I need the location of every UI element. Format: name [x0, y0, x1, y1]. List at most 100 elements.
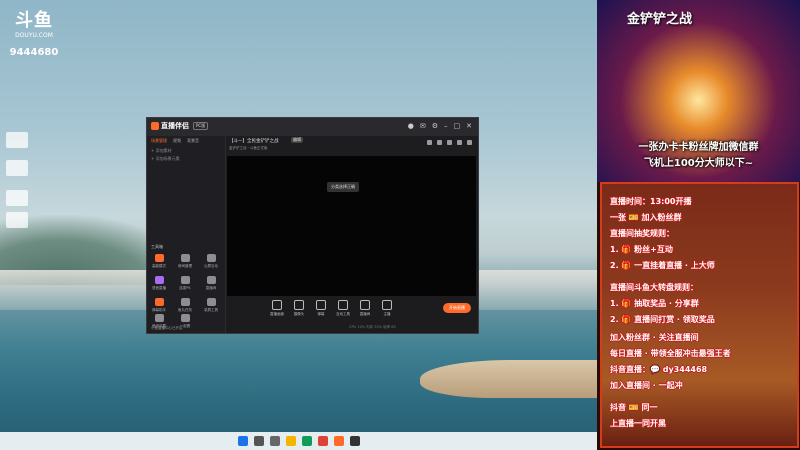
tool-room-manage[interactable]: 房间管理	[175, 254, 195, 269]
logo-site: DOUYU.COM	[15, 32, 53, 39]
maximize-icon[interactable]: □	[454, 122, 461, 130]
wechat-icon[interactable]	[301, 436, 312, 446]
info-line: 1. 🎁 粉丝+互动	[610, 245, 673, 254]
bottom-tool-host[interactable]: 主播	[377, 300, 397, 317]
home-icon	[360, 300, 370, 310]
user-icon	[180, 254, 190, 262]
logo-brand: 斗鱼	[15, 10, 53, 31]
minimize-icon[interactable]: –	[444, 122, 448, 130]
task-icon	[180, 298, 190, 306]
folder-icon[interactable]	[285, 436, 296, 446]
desktop-icon-3[interactable]	[6, 190, 28, 206]
app-logo-icon	[151, 122, 159, 130]
record-icon	[206, 298, 216, 306]
desktop-icon-1[interactable]	[6, 132, 28, 148]
tool-room[interactable]: 直播间	[201, 276, 221, 291]
tool-voice-live[interactable]: 语音直播	[149, 276, 169, 291]
search-icon[interactable]	[253, 436, 264, 446]
tool-high-energy[interactable]: 高能模式	[149, 254, 169, 269]
bottom-toolbar: 直播画面 摄像头 弹幕 互动工具 直播间 主播 开始直播 CPU 12% 内存 …	[227, 296, 476, 333]
monitor-icon	[272, 300, 282, 310]
info-line: 加入直播间 · 一起冲	[610, 381, 683, 390]
tool-record[interactable]: 录屏工具	[201, 298, 221, 313]
mail-icon[interactable]: ✉	[420, 122, 426, 130]
info-line: 一张 🎫 加入粉丝群	[610, 213, 682, 222]
settings-icon[interactable]: ⚙	[432, 122, 438, 130]
edit-title-button[interactable]: 编辑	[291, 137, 303, 143]
barrage-icon	[154, 298, 164, 306]
bottom-tool-camera[interactable]: 摄像头	[289, 300, 309, 317]
tool-task[interactable]: 鱼丸任务	[175, 298, 195, 313]
terminal-icon[interactable]	[349, 436, 360, 446]
desktop-icon-2[interactable]	[6, 160, 28, 176]
gear-icon	[154, 314, 164, 322]
app-taskbar-icon[interactable]	[333, 436, 344, 446]
system-status: CPU 12% 内存 35% 帧率 60	[349, 325, 396, 329]
room-category[interactable]: 金铲铲之战 · 斗鱼正式版	[229, 146, 267, 151]
bottom-tool-room[interactable]: 直播间	[355, 300, 375, 317]
info-line: 1. 🎁 抽取奖品 · 分享群	[610, 299, 699, 308]
promo-banner: 金铲铲之战 一张办卡卡粉丝牌加微信群 飞机上100分大师以下~	[597, 0, 800, 182]
bottom-tool-scene[interactable]: 直播画面	[267, 300, 287, 317]
left-panel: 场景管理 视频 背景音 + 添加素材 + 添加场景元素 工具箱 高能模式 房间管…	[147, 136, 226, 333]
add-source-item[interactable]: + 添加素材	[151, 148, 172, 154]
tool-barrage[interactable]: 弹幕助手	[149, 298, 169, 313]
avatar[interactable]: ●	[408, 122, 414, 130]
share-icon[interactable]	[467, 140, 472, 145]
banner-line-2: 飞机上100分大师以下~	[643, 158, 754, 169]
flame-icon	[154, 254, 164, 262]
home-icon	[206, 276, 216, 284]
info-line: 每日直播 · 带领全服冲击最强王者	[610, 349, 731, 358]
lock-icon[interactable]	[437, 140, 442, 145]
tab-video[interactable]: 视频	[173, 138, 181, 144]
tv-icon	[180, 314, 190, 322]
taskbar	[0, 432, 597, 450]
interact-icon	[338, 300, 348, 310]
chat-icon	[206, 254, 216, 262]
info-panel: 直播时间：13:00开播 一张 🎫 加入粉丝群 直播间抽奖规则： 1. 🎁 粉丝…	[600, 182, 799, 448]
go-live-button[interactable]: 开始直播	[443, 303, 471, 313]
bottom-tool-barrage[interactable]: 弹幕	[311, 300, 331, 317]
app-titlebar: 直播伴侣 PC版 ● ✉ ⚙ – □ ✕	[147, 118, 478, 136]
tab-scene[interactable]: 场景管理	[151, 138, 167, 144]
banner-line-1: 一张办卡卡粉丝牌加微信群	[638, 142, 759, 153]
gift-icon[interactable]	[427, 140, 432, 145]
tool-chat-interact[interactable]: 公屏互动	[201, 254, 221, 269]
save-icon[interactable]	[447, 140, 452, 145]
tab-audio[interactable]: 背景音	[187, 138, 199, 144]
info-line: 直播间抽奖规则：	[610, 229, 674, 238]
info-line: 抖音直播：💬 dy344468	[610, 365, 708, 374]
info-line: 抖音 🎫 同一	[610, 403, 658, 412]
mic-icon	[154, 276, 164, 284]
info-line: 直播时间：13:00开播	[610, 197, 692, 206]
stream-overlay: 金铲铲之战 一张办卡卡粉丝牌加微信群 飞机上100分大师以下~ 直播时间：13:…	[597, 0, 800, 450]
app-version-badge: PC版	[193, 122, 209, 130]
wallpaper-rock	[420, 360, 597, 398]
stream-preview[interactable]: 分类选择正确	[227, 156, 476, 296]
desktop-icon-4[interactable]	[6, 212, 28, 228]
footer-note: 小鱼直播中心已开启	[151, 326, 183, 330]
add-scene-item[interactable]: + 添加场景元素	[151, 156, 180, 162]
room-id: 9444680	[9, 47, 59, 58]
pk-icon	[180, 276, 190, 284]
preview-toast: 分类选择正确	[327, 182, 359, 192]
start-icon[interactable]	[237, 436, 248, 446]
task-view-icon[interactable]	[269, 436, 280, 446]
tool-pk[interactable]: 连麦PK	[175, 276, 195, 291]
douyu-logo: 斗鱼 DOUYU.COM 9444680	[8, 6, 60, 58]
info-line: 加入粉丝群 · 关注直播间	[610, 333, 699, 342]
toolbox-label: 工具箱	[151, 244, 163, 249]
info-line: 2. 🎁 直播间打赏 · 领取奖品	[610, 315, 715, 324]
close-icon[interactable]: ✕	[466, 122, 472, 130]
room-title: 【斗一】全民金铲铲之战	[229, 139, 279, 144]
window-controls: ● ✉ ⚙ – □ ✕	[408, 122, 472, 130]
banner-title: 金铲铲之战	[627, 12, 693, 27]
comment-icon	[316, 300, 326, 310]
bell-icon[interactable]	[457, 140, 462, 145]
browser-icon[interactable]	[317, 436, 328, 446]
bottom-tool-interact[interactable]: 互动工具	[333, 300, 353, 317]
info-line: 直播间斗鱼大转盘规则：	[610, 283, 698, 292]
left-tabs: 场景管理 视频 背景音	[151, 138, 199, 144]
streaming-app-window: 直播伴侣 PC版 ● ✉ ⚙ – □ ✕ 场景管理 视频 背景音 + 添加素材 …	[146, 117, 479, 334]
info-line: 上直播一同开黑	[610, 419, 666, 428]
